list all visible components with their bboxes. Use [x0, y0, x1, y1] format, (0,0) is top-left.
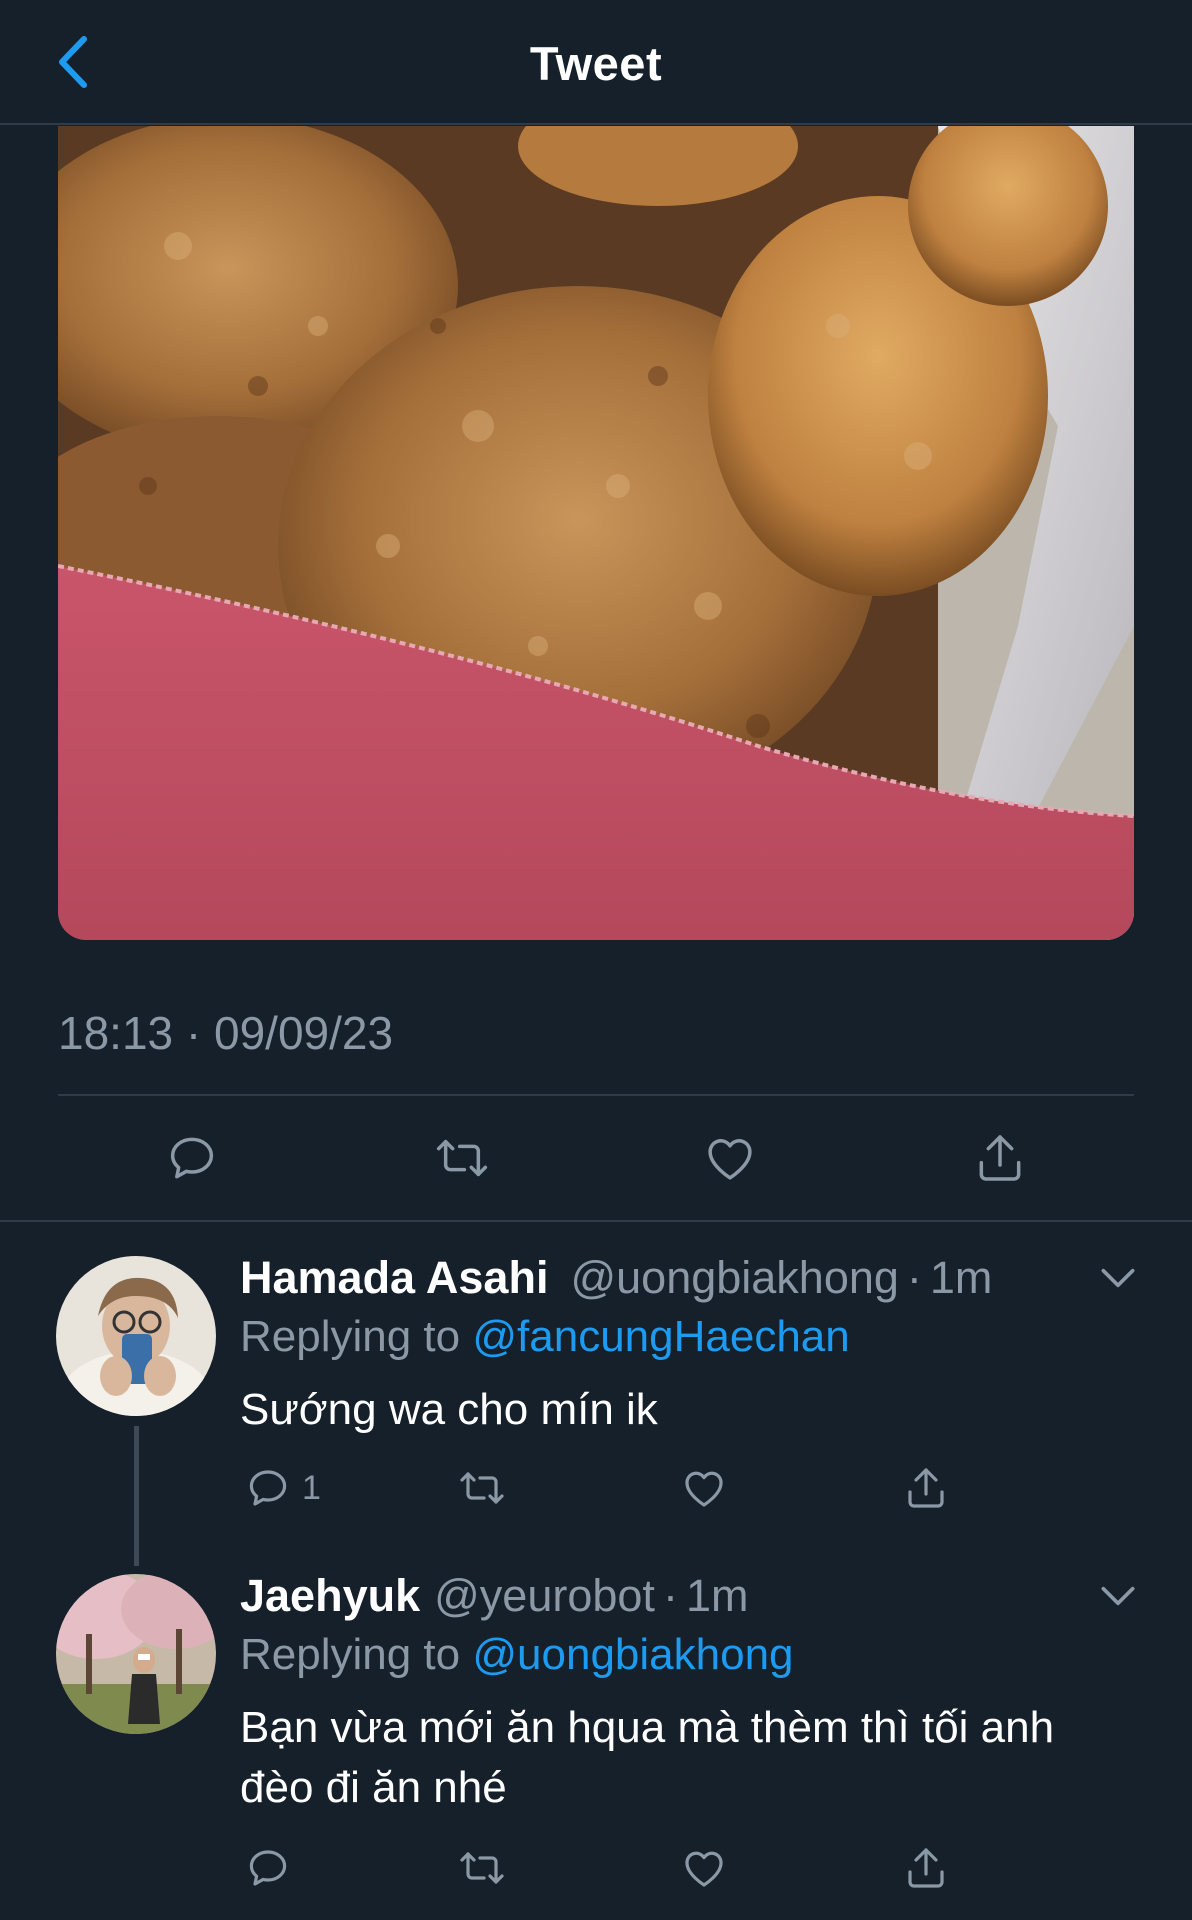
retweet-icon [460, 1472, 504, 1504]
reply-text: Bạn vừa mới ăn hqua mà thèm thì tối anh … [240, 1703, 1055, 1812]
like-button[interactable] [680, 1842, 728, 1894]
reply-icon [170, 1137, 214, 1179]
more-options-button[interactable] [1096, 1574, 1140, 1618]
replying-to-line: Replying to @fancungHaechan [240, 1312, 850, 1362]
tweet-photo[interactable] [58, 126, 1134, 940]
avatar[interactable] [56, 1256, 216, 1416]
share-icon [979, 1135, 1021, 1181]
like-icon [708, 1139, 752, 1180]
top-bar: Tweet [0, 0, 1192, 125]
retweet-button[interactable] [458, 1842, 506, 1894]
avatar[interactable] [56, 1574, 216, 1734]
display-name[interactable]: Hamada Asahi [240, 1252, 548, 1304]
mention-link[interactable]: @fancungHaechan [472, 1312, 849, 1361]
reply-count: 1 [302, 1468, 321, 1507]
reply-button[interactable] [244, 1842, 302, 1894]
separator: · [662, 1570, 678, 1621]
display-name[interactable]: Jaehyuk [240, 1570, 420, 1622]
reply-header: Jaehyuk @yeurobot · 1m [240, 1570, 748, 1622]
reply-icon [249, 1850, 287, 1886]
like-icon [685, 1471, 723, 1507]
retweet-icon [436, 1139, 488, 1177]
reply-time: 1m [685, 1570, 749, 1621]
avatar-image [56, 1256, 216, 1416]
reply-icon [249, 1470, 287, 1506]
divider [0, 1220, 1192, 1222]
like-icon [685, 1851, 723, 1887]
retweet-button[interactable] [458, 1462, 506, 1514]
replying-prefix: Replying to [240, 1630, 461, 1679]
user-handle[interactable]: @yeurobot [434, 1570, 655, 1622]
replying-to-line: Replying to @uongbiakhong [240, 1630, 794, 1680]
page-title: Tweet [529, 37, 663, 90]
tweet-timestamp: 18:13 · 09/09/23 [58, 1007, 394, 1059]
share-button[interactable] [902, 1462, 950, 1514]
fried-chicken-image [58, 126, 1134, 940]
like-button[interactable] [680, 1462, 728, 1514]
separator: · [906, 1252, 922, 1303]
avatar-image [56, 1574, 216, 1734]
chevron-down-icon [1101, 1268, 1135, 1288]
user-handle[interactable]: @uongbiakhong [570, 1252, 898, 1304]
reply-header: Hamada Asahi @uongbiakhong · 1m [240, 1252, 992, 1304]
divider [58, 1094, 1134, 1096]
like-button[interactable] [700, 1128, 760, 1188]
share-button[interactable] [902, 1842, 950, 1894]
share-icon [908, 1468, 944, 1508]
more-options-button[interactable] [1096, 1256, 1140, 1300]
reply-text: Sướng wa cho mín ik [240, 1385, 658, 1434]
reply-button[interactable]: 1 [244, 1462, 321, 1514]
share-icon [908, 1848, 944, 1888]
replying-prefix: Replying to [240, 1312, 461, 1361]
retweet-icon [460, 1852, 504, 1884]
reply-button[interactable] [162, 1128, 222, 1188]
share-button[interactable] [970, 1128, 1030, 1188]
thread-line [134, 1426, 139, 1566]
reply-time: 1m [929, 1252, 993, 1303]
retweet-button[interactable] [432, 1128, 492, 1188]
mention-link[interactable]: @uongbiakhong [472, 1630, 793, 1679]
chevron-down-icon [1101, 1586, 1135, 1606]
